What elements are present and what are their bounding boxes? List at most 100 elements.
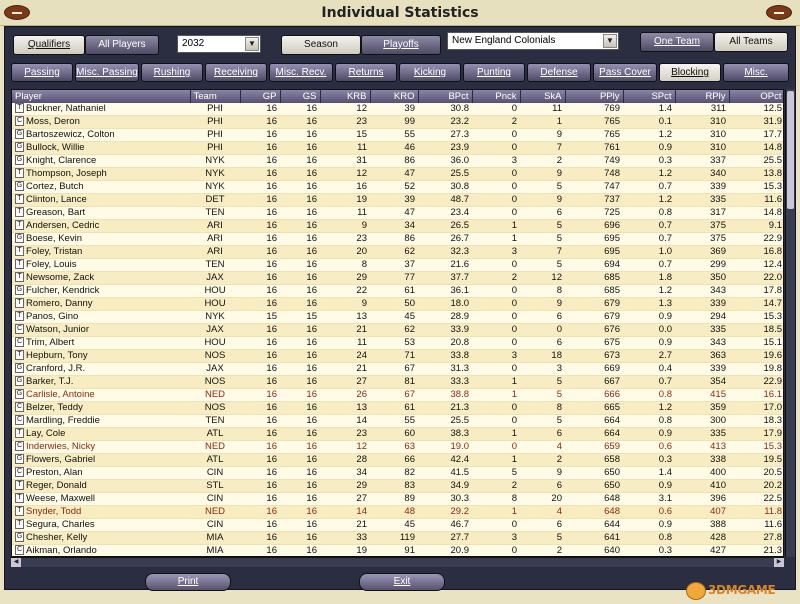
table-row[interactable]: T Lay, Cole ATL 16 16 23 60 38.3 1 6 664 0.9 335 17.9 [12,427,783,441]
horizontal-scrollbar[interactable]: ◀ ▶ [11,557,784,567]
player-cell[interactable]: T Foley, Tristan [12,245,190,259]
tab-defense[interactable]: Defense [527,63,591,82]
player-cell[interactable]: T Greason, Bart [12,206,190,220]
table-row[interactable]: C Preston, Alan CIN 16 16 34 82 41.5 5 9 650 1.4 400… [12,466,783,480]
exit-button[interactable]: Exit [359,573,445,591]
player-cell[interactable]: C Belzer, Teddy [12,401,190,415]
chevron-down-icon[interactable]: ▼ [603,34,617,48]
player-cell[interactable]: T Thompson, Joseph [12,167,190,181]
tab-pass-cover[interactable]: Pass Cover [593,63,657,82]
player-cell[interactable]: T Weese, Maxwell [12,492,190,506]
table-row[interactable]: T Panos, Gino NYK 15 15 13 45 28.9 0 6 679 0.9 294 15… [12,310,783,324]
table-row[interactable]: T Romero, Danny HOU 16 16 9 50 18.0 0 9 679 1.3 339 1… [12,297,783,311]
table-row[interactable]: T Segura, Charles CIN 16 16 21 45 46.7 0 6 644 0.9 3… [12,518,783,532]
player-cell[interactable]: T Segura, Charles [12,518,190,532]
player-cell[interactable]: G Cortez, Butch [12,180,190,194]
table-row[interactable]: G Chesher, Kelly MIA 16 16 33 119 27.7 3 5 641 0.8 4… [12,531,783,545]
table-row[interactable]: T Weese, Maxwell CIN 16 16 27 89 30.3 8 20 648 3.1 3… [12,492,783,506]
player-cell[interactable]: T Panos, Gino [12,310,190,324]
tab-misc[interactable]: Misc. [723,63,789,82]
year-select[interactable]: 2032 ▼ [177,35,261,53]
player-cell[interactable]: T Andersen, Cedric [12,219,190,233]
table-row[interactable]: G Knight, Clarence NYK 16 16 31 86 36.0 3 2 749 0.3… [12,154,783,168]
player-cell[interactable]: G Knight, Clarence [12,154,190,168]
tab-misc-recv[interactable]: Misc. Recv. [269,63,333,82]
column-header[interactable]: BPct [418,90,473,103]
season-button[interactable]: Season [281,35,361,55]
player-cell[interactable]: C Trim, Albert [12,336,190,350]
player-cell[interactable]: T Romero, Danny [12,297,190,311]
column-header[interactable]: GP [240,90,281,103]
tab-returns[interactable]: Returns [335,63,397,82]
table-row[interactable]: T Thompson, Joseph NYK 16 16 12 47 25.5 0 9 748 1.2… [12,167,783,181]
table-row[interactable]: T Newsome, Zack JAX 16 16 29 77 37.7 2 12 685 1.8 35… [12,271,783,285]
scroll-thumb[interactable] [787,91,794,209]
player-cell[interactable]: G Chesher, Kelly [12,531,190,545]
table-row[interactable]: C Watson, Junior JAX 16 16 21 62 33.9 0 0 676 0.0 33… [12,323,783,337]
player-cell[interactable]: T Lay, Cole [12,427,190,441]
table-row[interactable]: G Cortez, Butch NYK 16 16 16 52 30.8 0 5 747 0.7 339… [12,180,783,194]
tab-misc-passing[interactable]: Misc. Passing [75,63,139,82]
table-row[interactable]: T Greason, Bart TEN 16 16 11 47 23.4 0 6 725 0.8 317… [12,206,783,220]
table-row[interactable]: T Snyder, Todd NED 16 16 14 48 29.2 1 4 648 0.6 407 1… [12,505,783,519]
column-header[interactable]: GS [280,90,321,103]
table-row[interactable]: C Inderwies, Nicky NED 16 16 12 63 19.0 0 4 659 0.6… [12,440,783,454]
player-cell[interactable]: C Moss, Deron [12,115,190,129]
scroll-left-icon[interactable]: ◀ [11,558,21,567]
playoffs-button[interactable]: Playoffs [361,35,441,55]
player-cell[interactable]: T Clinton, Lance [12,193,190,207]
print-button[interactable]: Print [145,573,231,591]
player-cell[interactable]: T Foley, Louis [12,258,190,272]
tab-passing[interactable]: Passing [11,63,73,82]
table-row[interactable]: C Moss, Deron PHI 16 16 23 99 23.2 2 1 765 0.1 310 31… [12,115,783,129]
player-cell[interactable]: G Fulcher, Kendrick [12,284,190,298]
player-cell[interactable]: T Buckner, Nathaniel [12,103,190,116]
player-cell[interactable]: T Reger, Donald [12,479,190,493]
tab-punting[interactable]: Punting [463,63,525,82]
all-players-button[interactable]: All Players [85,35,159,55]
column-header[interactable]: RPly [675,90,730,103]
column-header[interactable]: Player [12,90,191,103]
player-cell[interactable]: C Mardling, Freddie [12,414,190,428]
column-header[interactable]: Pnck [472,90,521,103]
column-header[interactable]: KRB [320,90,371,103]
table-row[interactable]: C Aikman, Orlando MIA 16 16 19 91 20.9 0 2 640 0.3 4… [12,544,783,556]
table-row[interactable]: T Hepburn, Tony NOS 16 16 24 71 33.8 3 18 673 2.7 36… [12,349,783,363]
scroll-right-icon[interactable]: ▶ [774,558,784,567]
team-select[interactable]: New England Colonials ▼ [447,32,619,50]
player-cell[interactable]: T Hepburn, Tony [12,349,190,363]
table-row[interactable]: G Cranford, J.R. JAX 16 16 21 67 31.3 0 3 669 0.4 33… [12,362,783,376]
tab-receiving[interactable]: Receiving [205,63,267,82]
table-row[interactable]: G Boese, Kevin ARI 16 16 23 86 26.7 1 5 695 0.7 375 2… [12,232,783,246]
player-cell[interactable]: G Bullock, Willie [12,141,190,155]
player-cell[interactable]: G Bartoszewicz, Colton [12,128,190,142]
vertical-scrollbar[interactable] [785,89,795,557]
chevron-down-icon[interactable]: ▼ [245,37,259,51]
player-cell[interactable]: C Aikman, Orlando [12,544,190,556]
column-header[interactable]: KRO [370,90,419,103]
column-header[interactable]: PPly [565,90,624,103]
player-cell[interactable]: G Boese, Kevin [12,232,190,246]
column-header[interactable]: SkA [520,90,566,103]
player-cell[interactable]: T Snyder, Todd [12,505,190,519]
table-row[interactable]: T Foley, Tristan ARI 16 16 20 62 32.3 3 7 695 1.0 36… [12,245,783,259]
table-row[interactable]: T Andersen, Cedric ARI 16 16 9 34 26.5 1 5 696 0.7 3… [12,219,783,233]
player-cell[interactable]: G Barker, T.J. [12,375,190,389]
table-row[interactable]: G Bartoszewicz, Colton PHI 16 16 15 55 27.3 0 9 76… [12,128,783,142]
all-teams-button[interactable]: All Teams [714,32,788,52]
table-row[interactable]: G Fulcher, Kendrick HOU 16 16 22 61 36.1 0 8 685 1.… [12,284,783,298]
one-team-button[interactable]: One Team [640,32,714,52]
player-cell[interactable]: T Newsome, Zack [12,271,190,285]
tab-rushing[interactable]: Rushing [141,63,203,82]
player-cell[interactable]: C Watson, Junior [12,323,190,337]
tab-blocking[interactable]: Blocking [659,63,721,82]
table-row[interactable]: T Foley, Louis TEN 16 16 8 37 21.6 0 5 694 0.7 299 12… [12,258,783,272]
table-row[interactable]: C Mardling, Freddie TEN 16 16 14 55 25.5 0 5 664 0.… [12,414,783,428]
player-cell[interactable]: C Preston, Alan [12,466,190,480]
table-row[interactable]: G Flowers, Gabriel ATL 16 16 28 66 42.4 1 2 658 0.3… [12,453,783,467]
table-row[interactable]: T Clinton, Lance DET 16 16 19 39 48.7 0 9 737 1.2 33… [12,193,783,207]
column-header[interactable]: OPct [729,90,783,103]
player-cell[interactable]: G Flowers, Gabriel [12,453,190,467]
table-row[interactable]: G Carlisle, Antoine NED 16 16 26 67 38.8 1 5 666 0.… [12,388,783,402]
table-row[interactable]: C Trim, Albert HOU 16 16 11 53 20.8 0 6 675 0.9 343 1… [12,336,783,350]
